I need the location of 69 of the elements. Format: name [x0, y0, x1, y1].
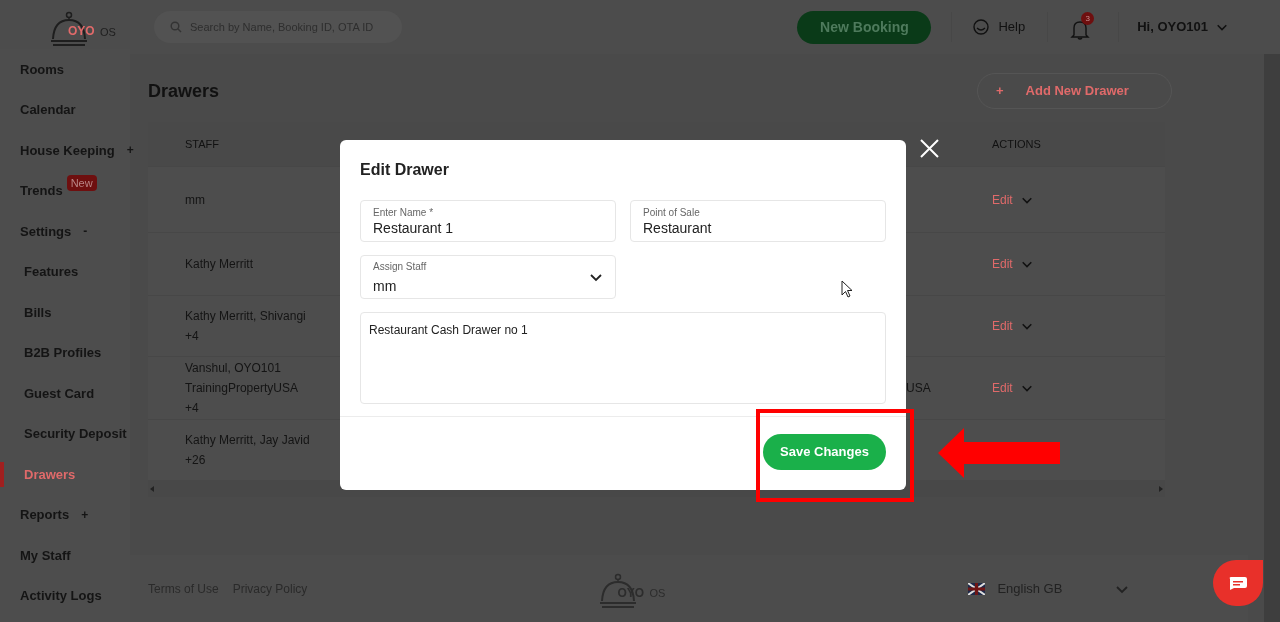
field-value: Restaurant 1: [373, 218, 454, 237]
sidebar-label: House Keeping: [20, 141, 115, 160]
field-value: mm: [373, 276, 398, 295]
edit-label: Edit: [992, 380, 1013, 397]
input-field[interactable]: Enter Name * Restaurant 1: [360, 200, 616, 242]
edit-action[interactable]: Edit: [992, 255, 1048, 273]
staff-cell-text: Kathy Merritt, Jay Javid +26: [185, 432, 310, 469]
field-value: Restaurant: [643, 218, 712, 237]
sidebar-item[interactable]: Bills: [0, 292, 130, 333]
page-title: Drawers: [148, 79, 220, 103]
save-changes-button[interactable]: Save Changes: [763, 434, 886, 470]
sidebar-item[interactable]: Drawers: [0, 454, 130, 495]
user-menu[interactable]: Hi, OYO101: [1137, 17, 1228, 37]
sidebar-item[interactable]: Reports +: [0, 494, 130, 535]
sidebar-label: Calendar: [20, 101, 76, 119]
plus-icon: +: [996, 81, 1004, 101]
sidebar-label: B2B Profiles: [24, 344, 102, 362]
staff-cell-text: Kathy Merritt, Shivangi +4: [185, 308, 306, 345]
field-label: Point of Sale: [643, 205, 701, 219]
column-header: STAFF: [185, 136, 219, 152]
toggle-sign: +: [81, 506, 89, 524]
sidebar-item[interactable]: Activity Logs: [0, 575, 130, 616]
sidebar-label: Settings: [20, 222, 72, 241]
edit-action[interactable]: Edit: [992, 317, 1048, 335]
edit-label: Edit: [992, 318, 1013, 335]
sidebar-label: Activity Logs: [20, 587, 102, 605]
sidebar-label: Guest Card: [24, 384, 95, 403]
staff-cell-text: Kathy Merritt: [185, 256, 253, 273]
field-label: Assign Staff: [373, 259, 427, 273]
sidebar-label: Drawers: [24, 465, 76, 484]
description-field[interactable]: Restaurant Cash Drawer no 1: [360, 312, 886, 404]
table-cell-text: USA: [906, 380, 931, 397]
edit-action[interactable]: Edit: [992, 190, 1048, 209]
sidebar-label: Security Deposit: [24, 425, 127, 443]
sidebar-item[interactable]: Guest Card: [0, 373, 130, 414]
help-label: Help: [998, 18, 1026, 37]
staff-select[interactable]: Assign Staff mm: [360, 255, 616, 299]
edit-action[interactable]: Edit: [992, 379, 1048, 397]
dialog-title: Edit Drawer: [360, 160, 450, 180]
toggle-sign: +: [126, 142, 134, 160]
new-badge: New: [66, 174, 97, 191]
add-drawer-label: Add New Drawer: [1025, 82, 1129, 101]
sidebar-item[interactable]: Settings -: [0, 211, 130, 252]
sidebar-item[interactable]: Features: [0, 251, 130, 292]
sidebar-label: Features: [24, 263, 79, 281]
edit-label: Edit: [992, 191, 1013, 209]
sidebar-label: Rooms: [20, 60, 65, 79]
new-booking-button[interactable]: New Booking: [797, 10, 932, 44]
sidebar-item[interactable]: My Staff: [0, 535, 130, 576]
sidebar-item[interactable]: Calendar: [0, 89, 130, 130]
input-field[interactable]: Point of Sale Restaurant: [630, 200, 886, 242]
field-label: Enter Name *: [373, 205, 435, 219]
sidebar-label: My Staff: [20, 546, 71, 565]
toggle-sign: -: [83, 223, 88, 241]
sidebar-label: Reports: [20, 506, 70, 524]
edit-label: Edit: [992, 256, 1013, 273]
sidebar-label: Bills: [24, 303, 52, 322]
logo-text: OYO: [68, 23, 95, 40]
user-greeting: Hi, OYO101: [1137, 18, 1208, 37]
sidebar-item[interactable]: Rooms: [0, 49, 130, 90]
notification-count: 3: [1081, 12, 1095, 25]
staff-cell-text: Vanshul, OYO101 TrainingPropertyUSA +4: [185, 360, 298, 417]
sidebar-item[interactable]: Security Deposit: [0, 413, 130, 454]
notifications-button[interactable]: 3: [1070, 12, 1097, 42]
sidebar-item[interactable]: Trends New: [0, 170, 130, 211]
help-link[interactable]: Help: [972, 17, 1026, 37]
sidebar-label: Trends: [20, 182, 63, 200]
sidebar-item[interactable]: B2B Profiles: [0, 332, 130, 373]
staff-cell-text: mm: [185, 191, 205, 209]
